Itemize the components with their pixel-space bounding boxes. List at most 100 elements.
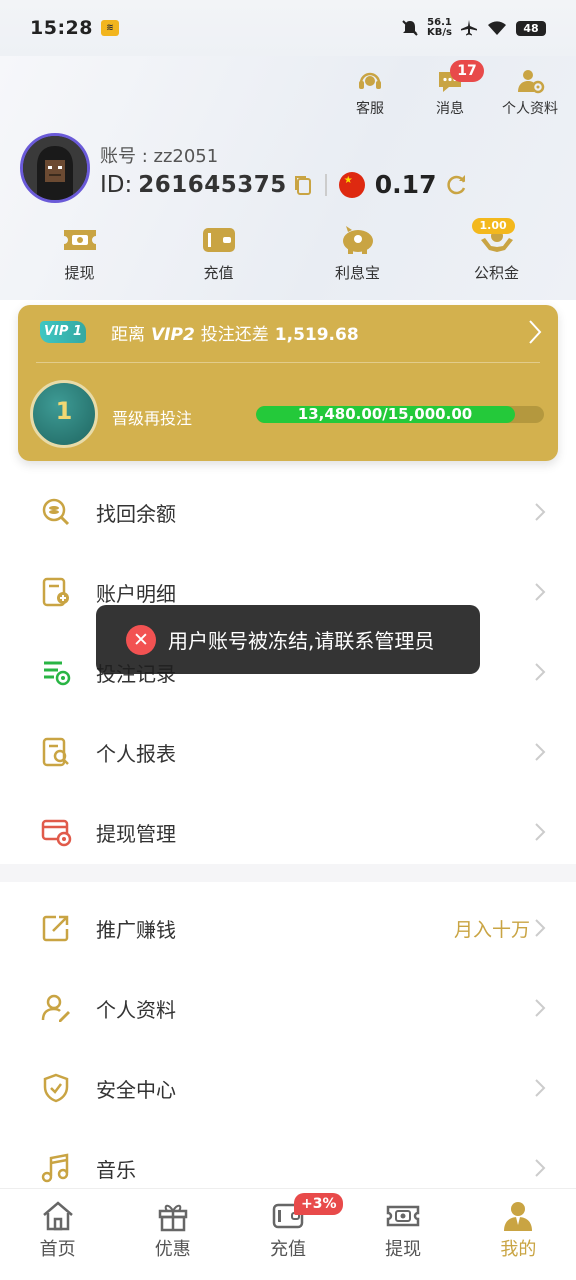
chevron-right-icon (535, 583, 546, 601)
chevron-right-icon (535, 823, 546, 841)
china-flag-icon: ★ (338, 171, 365, 198)
withdraw-button[interactable]: 提现 (25, 222, 135, 283)
status-right: 56.1 KB/s 48 (401, 18, 546, 38)
provident-fund-button[interactable]: 1.00 公积金 (442, 218, 552, 283)
menu-item-profile[interactable]: 个人资料 (0, 968, 576, 1048)
account-detail-icon (42, 577, 69, 607)
profile-button[interactable]: 个人资料 (502, 66, 558, 118)
menu-group-2: 推广赚钱 月入十万 个人资料 安全中心 音乐 (0, 888, 576, 1208)
chevron-right-icon (535, 503, 546, 521)
menu-label: 音乐 (96, 1157, 136, 1182)
error-icon: ✕ (126, 624, 156, 655)
top-action-label: 个人资料 (502, 101, 558, 117)
menu-label: 提现管理 (96, 821, 176, 846)
menu-label: 安全中心 (96, 1077, 176, 1102)
tab-label: 我的 (500, 1239, 537, 1260)
toast-text: 用户账号被冻结,请联系管理员 (168, 629, 435, 653)
messages-button[interactable]: 17 消息 (422, 60, 484, 118)
section-separator (0, 864, 576, 882)
status-time: 15:28 (30, 17, 93, 39)
medal-level: 1 (55, 397, 73, 425)
tab-promotions[interactable]: 优惠 (123, 1199, 223, 1261)
shield-icon (43, 1073, 69, 1103)
vip-card[interactable]: VIP 1 距离 VIP2 投注还差 1,519.68 1 晋级再投注 13,4… (18, 305, 558, 461)
tab-recharge[interactable]: +3% 充值 (238, 1193, 344, 1261)
error-toast: ✕ 用户账号被冻结,请联系管理员 (96, 605, 480, 674)
fund-badge: 1.00 (471, 218, 515, 234)
net-speed-unit: KB/s (427, 27, 452, 38)
piggy-bank-icon (342, 226, 373, 254)
menu-item-recover-balance[interactable]: 找回余额 (0, 472, 576, 552)
menu-label: 个人报表 (96, 741, 176, 766)
chevron-right-icon (529, 320, 542, 344)
mute-icon (402, 20, 418, 36)
account-label: 账号 : zz2051 (100, 146, 219, 167)
withdraw-manage-icon (41, 819, 72, 847)
quick-label: 提现 (64, 264, 95, 282)
tab-withdraw[interactable]: 提现 (353, 1199, 453, 1261)
top-action-label: 消息 (436, 101, 464, 117)
tab-home[interactable]: 首页 (8, 1199, 108, 1261)
bottom-tab-bar: 首页 优惠 +3% 充值 提现 我的 (0, 1188, 576, 1280)
top-actions: 客服 17 消息 个人资料 (342, 60, 558, 118)
message-count-badge: 17 (450, 60, 484, 82)
user-settings-icon (518, 70, 545, 94)
quick-label: 利息宝 (334, 264, 380, 282)
chevron-right-icon (535, 743, 546, 761)
menu-label: 账户明细 (96, 581, 176, 606)
profile-edit-icon (41, 994, 70, 1022)
balance: 0.17 (374, 170, 437, 199)
recharge-button[interactable]: 充值 (164, 222, 274, 283)
home-icon (42, 1201, 73, 1231)
recharge-bonus-badge: +3% (293, 1193, 344, 1215)
vip-next-level: VIP2 (151, 325, 195, 345)
avatar[interactable] (20, 133, 90, 203)
menu-item-withdraw-manage[interactable]: 提现管理 (0, 792, 576, 872)
id-prefix: ID: (100, 171, 133, 198)
app-notification-icon: ≋ (100, 20, 119, 36)
vip-progress-text: 距离 VIP2 投注还差 1,519.68 (111, 320, 359, 345)
promote-extra-text: 月入十万 (453, 918, 530, 941)
quick-label: 充值 (203, 264, 234, 282)
share-icon (42, 915, 69, 942)
battery-icon: 48 (516, 20, 546, 36)
vip-medal-icon: 1 (30, 380, 98, 448)
ticket-icon (63, 230, 96, 250)
copy-icon[interactable] (293, 174, 313, 196)
menu-item-personal-report[interactable]: 个人报表 (0, 712, 576, 792)
tab-label: 首页 (39, 1239, 76, 1260)
tab-mine[interactable]: 我的 (468, 1199, 568, 1261)
vip-remaining: 1,519.68 (274, 325, 359, 345)
status-bar: 15:28 ≋ 56.1 KB/s 48 (0, 0, 576, 56)
chevron-right-icon (535, 1159, 546, 1177)
chevron-right-icon (535, 663, 546, 681)
divider (36, 362, 540, 363)
id-line: ID: 261645375 ★ 0.17 (100, 170, 468, 199)
menu-item-promote[interactable]: 推广赚钱 月入十万 (0, 888, 576, 968)
gift-icon (158, 1204, 188, 1232)
report-icon (42, 737, 69, 767)
airplane-icon (461, 20, 477, 36)
quick-label: 公积金 (473, 264, 519, 282)
vip-text-mid: 投注还差 (200, 325, 269, 345)
refresh-icon[interactable] (446, 174, 468, 196)
vip-text-prefix: 距离 (111, 325, 145, 345)
music-icon (41, 1153, 69, 1183)
customer-service-button[interactable]: 客服 (342, 66, 398, 118)
profile-header: 客服 17 消息 个人资料 账号 : zz2051 ID: 261645375 … (0, 56, 576, 300)
menu-label: 推广赚钱 (96, 917, 176, 942)
tab-label: 优惠 (154, 1239, 191, 1260)
progress-label: 晋级再投注 (112, 409, 193, 428)
coin-search-icon (42, 498, 70, 526)
menu-label: 个人资料 (96, 997, 176, 1022)
wallet-icon (202, 228, 235, 252)
chevron-right-icon (535, 1079, 546, 1097)
divider (324, 173, 327, 196)
chevron-right-icon (535, 999, 546, 1017)
progress-text: 13,480.00/15,000.00 (297, 405, 473, 423)
tab-label: 充值 (269, 1239, 306, 1260)
interest-button[interactable]: 利息宝 (303, 222, 413, 283)
ticket-icon (386, 1205, 420, 1227)
headset-icon (359, 72, 381, 89)
menu-item-security[interactable]: 安全中心 (0, 1048, 576, 1128)
